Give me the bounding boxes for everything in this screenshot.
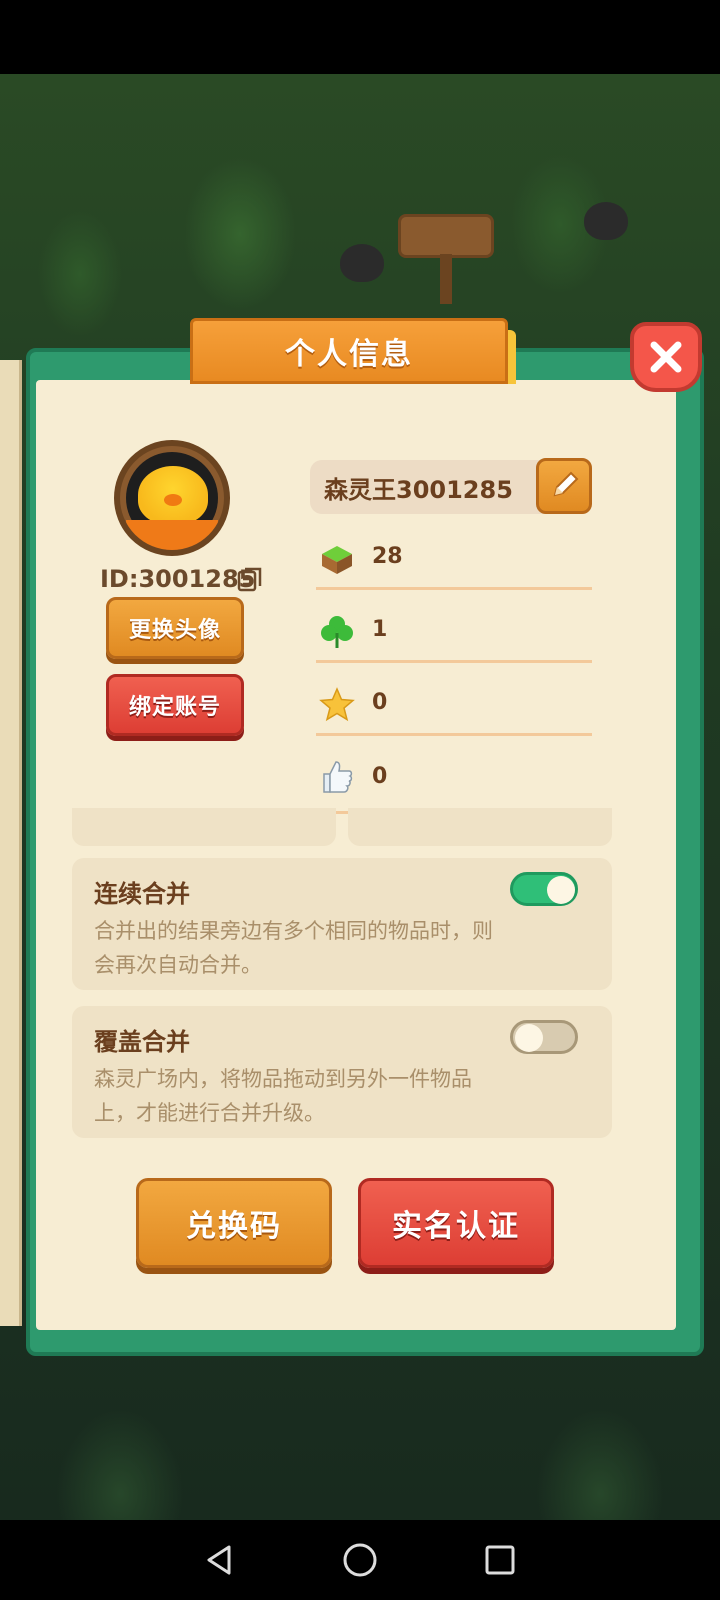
stat-value: 0 (372, 764, 388, 789)
change-avatar-button[interactable]: 更换头像 (106, 597, 244, 659)
star-icon (319, 687, 355, 722)
system-nav-bar (0, 1520, 720, 1600)
stat-value: 28 (372, 544, 403, 569)
nav-back-button[interactable] (200, 1540, 240, 1580)
stat-value: 0 (372, 690, 388, 715)
nav-recents-button[interactable] (480, 1540, 520, 1580)
stat-row: 1 (316, 603, 592, 663)
setting-card-continuous-merge: 连续合并 合并出的结果旁边有多个相同的物品时，则会再次自动合并。 (72, 858, 612, 990)
dark-creature (340, 244, 384, 282)
dialog-title: 个人信息 (285, 337, 413, 372)
copy-icon[interactable] (236, 566, 264, 594)
close-icon (650, 341, 682, 373)
signpost-pole (440, 254, 452, 304)
avatar (114, 440, 230, 556)
real-name-verify-button[interactable]: 实名认证 (358, 1178, 554, 1268)
nav-home-button[interactable] (340, 1540, 380, 1580)
stat-row: 0 (316, 676, 592, 736)
setting-card-music: 音乐 (72, 808, 336, 846)
setting-card-sfx: 音效 (348, 808, 612, 846)
setting-title: 音效 (370, 808, 418, 811)
dark-creature (584, 202, 628, 240)
close-button[interactable] (630, 322, 702, 392)
setting-title: 音乐 (94, 808, 142, 811)
stat-row: 0 (316, 740, 592, 814)
signpost-board (398, 214, 494, 258)
stat-row: 28 (316, 530, 592, 590)
dialog-title-tab: 个人信息 (190, 318, 508, 384)
nickname-text: 森灵王3001285 (324, 475, 513, 504)
setting-title: 连续合并 (94, 880, 190, 908)
settings-list[interactable]: 音乐 音效 连续合并 合并出的结果旁边有多个相同的物品时，则会再次自动合并。 覆… (36, 808, 676, 1158)
setting-description: 森灵广场内，将物品拖动到另外一件物品上，才能进行合并升级。 (94, 1067, 472, 1125)
setting-card-overlay-merge: 覆盖合并 森灵广场内，将物品拖动到另外一件物品上，才能进行合并升级。 (72, 1006, 612, 1138)
overlay-merge-toggle[interactable] (510, 1020, 578, 1054)
book-left-page (0, 360, 22, 1326)
pencil-icon (553, 471, 579, 497)
setting-description: 合并出的结果旁边有多个相同的物品时，则会再次自动合并。 (94, 919, 493, 977)
redeem-code-button[interactable]: 兑换码 (136, 1178, 332, 1268)
stat-value: 1 (372, 617, 388, 642)
back-triangle-icon (207, 1545, 231, 1575)
home-circle-icon (343, 1543, 377, 1577)
edit-name-button[interactable] (536, 458, 592, 514)
status-bar (0, 0, 720, 74)
user-id: ID:3001285 (100, 565, 256, 593)
thumbs-up-icon (323, 761, 353, 793)
grass-block-icon (322, 546, 352, 574)
setting-title: 覆盖合并 (94, 1028, 190, 1056)
continuous-merge-toggle[interactable] (510, 872, 578, 906)
bind-account-button[interactable]: 绑定账号 (106, 674, 244, 736)
clover-icon (321, 616, 353, 648)
recents-square-icon (485, 1545, 515, 1575)
